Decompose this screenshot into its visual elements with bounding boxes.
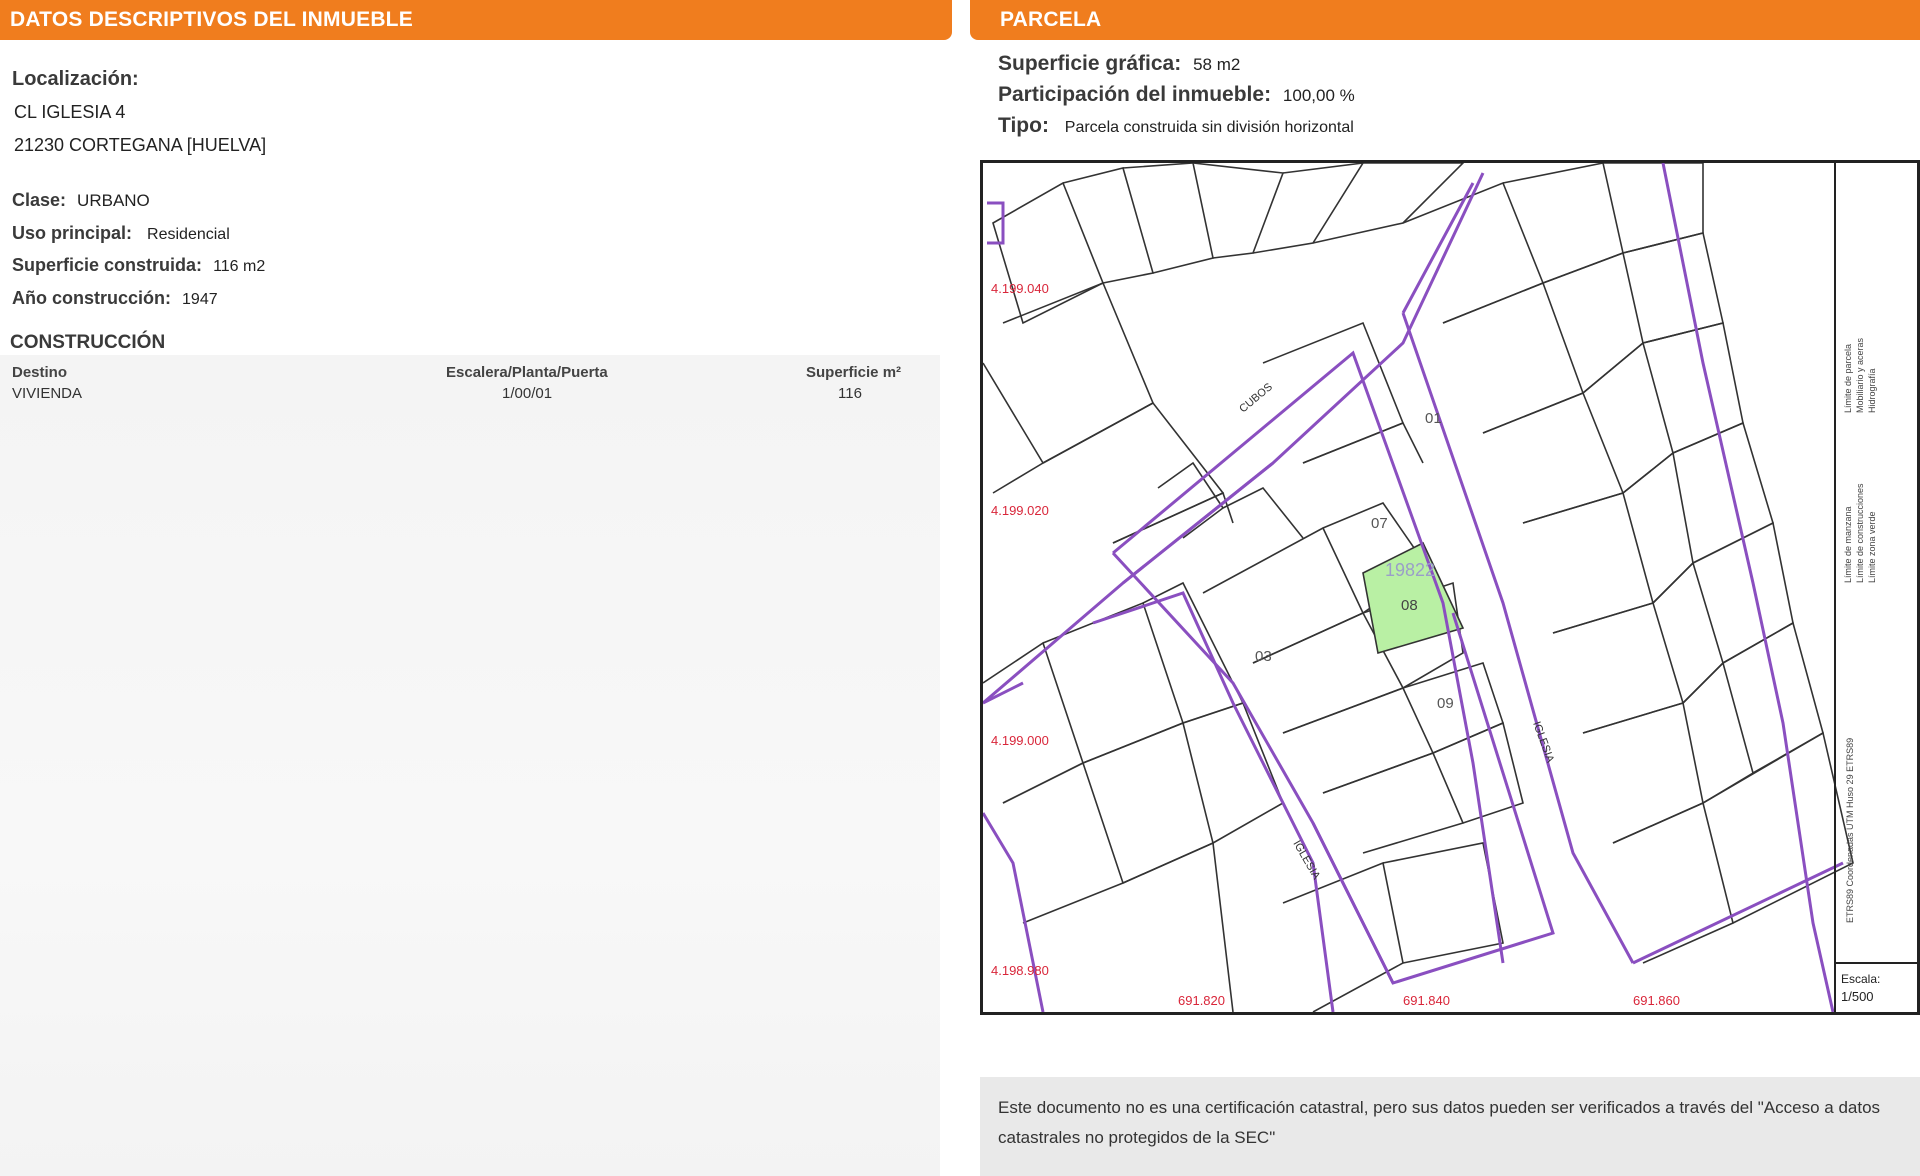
coord-x-label: 691.840 xyxy=(1403,993,1450,1008)
participacion-label: Participación del inmueble: xyxy=(998,83,1272,106)
legend-ref: ETRS89 Coordenadas UTM Huso 29 ETRS89 xyxy=(1845,738,1855,923)
section-header-datos: DATOS DESCRIPTIVOS DEL INMUEBLE xyxy=(0,0,952,40)
legend-item: Límite de parcela xyxy=(1843,344,1853,413)
cell-planta: 1/00/01 xyxy=(502,385,553,402)
participacion-value: 100,00 % xyxy=(1282,86,1355,105)
map-legend: ETRS89 Coordenadas UTM Huso 29 ETRS89 Lí… xyxy=(1843,337,1877,923)
parcel-number: 07 xyxy=(1371,515,1388,532)
address-line-1: CL IGLESIA 4 xyxy=(14,102,126,122)
legend-item: Límite de manzana xyxy=(1843,506,1853,583)
superficie-grafica-value: 58 m2 xyxy=(1193,55,1241,74)
column-header-superficie: Superficie m² xyxy=(806,364,902,381)
clase-label: Clase: xyxy=(12,190,67,210)
map-drawing: 4.199.040 4.199.020 4.199.000 4.198.980 … xyxy=(983,163,1917,1012)
superficie-grafica-label: Superficie gráfica: xyxy=(998,52,1182,75)
cell-destino: VIVIENDA xyxy=(12,385,83,402)
street-name: IGLESIA xyxy=(1290,839,1322,883)
legend-item: Hidrografía xyxy=(1867,368,1877,413)
anio-value: 1947 xyxy=(182,291,218,308)
superficie-construida-row: Superficie construida: 116 m2 xyxy=(12,255,265,276)
table-header-row: Destino Escalera/Planta/Puerta Superfici… xyxy=(12,362,938,383)
scale-value: 1/500 xyxy=(1841,989,1874,1004)
localizacion-label: Localización: xyxy=(12,68,139,90)
uso-row: Uso principal: Residencial xyxy=(12,223,230,244)
coord-x-label: 691.860 xyxy=(1633,993,1680,1008)
tipo-value: Parcela construida sin división horizont… xyxy=(1064,119,1354,136)
uso-value: Residencial xyxy=(147,226,230,243)
superficie-construida-value: 116 m2 xyxy=(213,258,266,275)
coord-y-label: 4.199.020 xyxy=(991,503,1049,518)
disclaimer-note: Este documento no es una certificación c… xyxy=(980,1077,1920,1176)
uso-label: Uso principal: xyxy=(12,223,133,243)
anio-row: Año construcción: 1947 xyxy=(12,288,218,309)
cadastral-map: 4.199.040 4.199.020 4.199.000 4.198.980 … xyxy=(980,160,1920,1015)
legend-item: Límite zona verde xyxy=(1867,511,1877,583)
coord-y-label: 4.199.040 xyxy=(991,281,1049,296)
column-header-destino: Destino xyxy=(12,364,68,381)
parcel-number: 09 xyxy=(1437,695,1454,712)
coord-x-label: 691.820 xyxy=(1178,993,1225,1008)
street-name: IGLESIA xyxy=(1530,720,1556,765)
section-header-parcela: PARCELA xyxy=(970,0,1920,40)
superficie-construida-label: Superficie construida: xyxy=(12,255,203,275)
column-header-planta: Escalera/Planta/Puerta xyxy=(446,364,608,381)
tipo-row: Tipo: Parcela construida sin división ho… xyxy=(998,114,1354,138)
parcel-number: 03 xyxy=(1255,648,1272,665)
construccion-table: Destino Escalera/Planta/Puerta Superfici… xyxy=(12,362,938,404)
table-row: VIVIENDA 1/00/01 116 xyxy=(12,383,938,404)
map-labels: 4.199.040 4.199.020 4.199.000 4.198.980 … xyxy=(991,281,1680,1008)
clase-value: URBANO xyxy=(77,191,150,210)
superficie-grafica-row: Superficie gráfica: 58 m2 xyxy=(998,52,1240,76)
block-number: 19822 xyxy=(1385,560,1435,580)
clase-row: Clase: URBANO xyxy=(12,190,150,211)
legend-item: Mobiliario y aceras xyxy=(1855,337,1865,413)
coord-y-label: 4.198.980 xyxy=(991,963,1049,978)
parcel-number: 01 xyxy=(1425,410,1442,427)
cell-superficie: 116 xyxy=(838,385,862,402)
anio-label: Año construcción: xyxy=(12,288,172,308)
coord-y-label: 4.199.000 xyxy=(991,733,1049,748)
scale-label: Escala: xyxy=(1841,972,1880,986)
street-name: CUBOS xyxy=(1237,381,1275,415)
construccion-title: CONSTRUCCIÓN xyxy=(10,332,166,353)
tipo-label: Tipo: xyxy=(998,114,1049,137)
address-line-2: 21230 CORTEGANA [HUELVA] xyxy=(14,135,267,155)
participacion-row: Participación del inmueble: 100,00 % xyxy=(998,83,1355,107)
construccion-panel xyxy=(0,355,940,1176)
legend-item: Límite de construcciones xyxy=(1855,483,1865,583)
parcel-number: 08 xyxy=(1401,597,1418,614)
